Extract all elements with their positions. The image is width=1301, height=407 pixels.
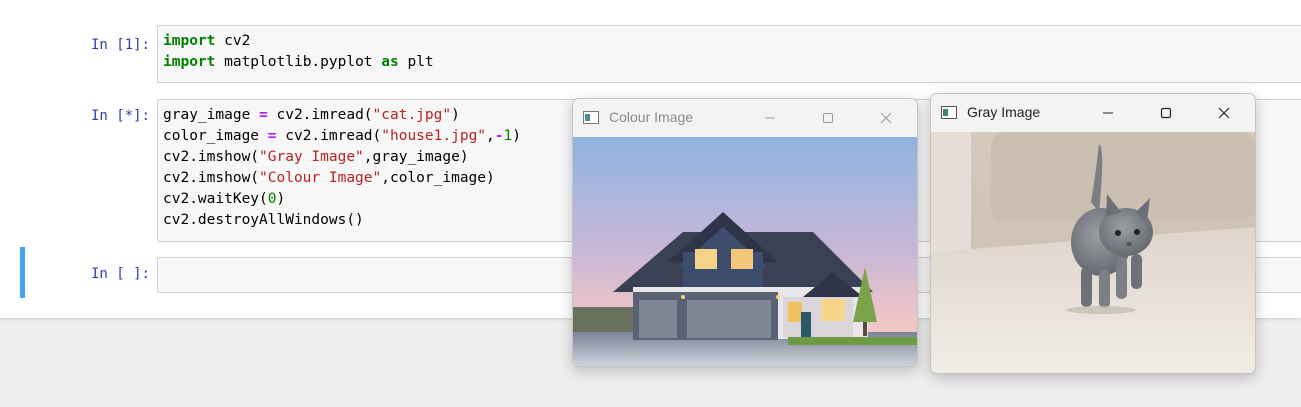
- maximize-button[interactable]: [1143, 94, 1189, 132]
- code-input[interactable]: import cv2 import matplotlib.pyplot as pl…: [157, 25, 1301, 83]
- code-block: import cv2 import matplotlib.pyplot as pl…: [158, 26, 1301, 73]
- code-token: cv2.imread(: [267, 107, 373, 123]
- code-token: 1: [503, 128, 513, 144]
- code-line: import matplotlib.pyplot as plt: [163, 52, 1301, 73]
- code-token: ,color_image): [381, 170, 495, 186]
- gray-image-window[interactable]: Gray Image: [930, 93, 1256, 374]
- cell-prompt: In [1]:: [90, 37, 150, 53]
- code-token: cv2.imread(: [276, 128, 382, 144]
- code-token: plt: [398, 54, 434, 70]
- code-token: ): [451, 107, 460, 123]
- maximize-icon: [1160, 107, 1172, 119]
- minimize-icon: [1103, 112, 1113, 114]
- code-token: import: [163, 33, 216, 49]
- close-icon: [880, 112, 892, 124]
- code-token: -: [494, 128, 504, 144]
- minimize-button[interactable]: [1085, 94, 1131, 132]
- code-token: 0: [267, 191, 277, 207]
- code-token: "cat.jpg": [372, 107, 452, 123]
- code-cell-1[interactable]: In [1]: import cv2 import matplotlib.pypl…: [0, 25, 1301, 83]
- opencv-window-icon: [941, 106, 957, 119]
- code-token: "Gray Image": [259, 149, 364, 165]
- minimize-button[interactable]: [747, 99, 793, 137]
- kitten-image: [931, 132, 1255, 373]
- close-button[interactable]: [863, 99, 909, 137]
- kitten-photo: [931, 132, 1255, 373]
- colour-image-window[interactable]: Colour Image: [572, 98, 918, 367]
- code-token: ): [512, 128, 521, 144]
- house-image: [573, 137, 917, 366]
- cell-prompt: In [*]:: [90, 108, 150, 124]
- window-titlebar[interactable]: Gray Image: [931, 94, 1255, 132]
- code-token: "Colour Image": [259, 170, 382, 186]
- code-token: cv2.imshow(: [163, 149, 260, 165]
- window-title: Gray Image: [967, 104, 1041, 120]
- close-button[interactable]: [1201, 94, 1247, 132]
- code-token: gray_image: [163, 107, 260, 123]
- code-token: as: [381, 54, 399, 70]
- code-token: cv2.imshow(: [163, 170, 260, 186]
- code-token: import: [163, 54, 216, 70]
- house-photo: [573, 137, 917, 366]
- cell-prompt: In [ ]:: [90, 266, 150, 282]
- code-token: matplotlib.pyplot: [215, 54, 382, 70]
- code-token: "house1.jpg": [381, 128, 487, 144]
- code-token: cv2.waitKey(: [163, 191, 268, 207]
- opencv-window-icon: [583, 111, 599, 124]
- code-token: cv2: [215, 33, 251, 49]
- code-token: ,: [486, 128, 495, 144]
- code-token: =: [267, 128, 277, 144]
- close-icon: [1218, 107, 1230, 119]
- window-titlebar[interactable]: Colour Image: [573, 99, 917, 137]
- code-token: cv2.destroyAllWindows(): [163, 212, 364, 228]
- code-line: import cv2: [163, 31, 1301, 52]
- code-token: ,gray_image): [363, 149, 469, 165]
- code-token: color_image: [163, 128, 268, 144]
- maximize-button[interactable]: [805, 99, 851, 137]
- window-title: Colour Image: [609, 109, 694, 125]
- code-token: ): [276, 191, 286, 207]
- minimize-icon: [765, 117, 775, 119]
- maximize-icon: [823, 113, 833, 123]
- code-token: =: [259, 107, 268, 123]
